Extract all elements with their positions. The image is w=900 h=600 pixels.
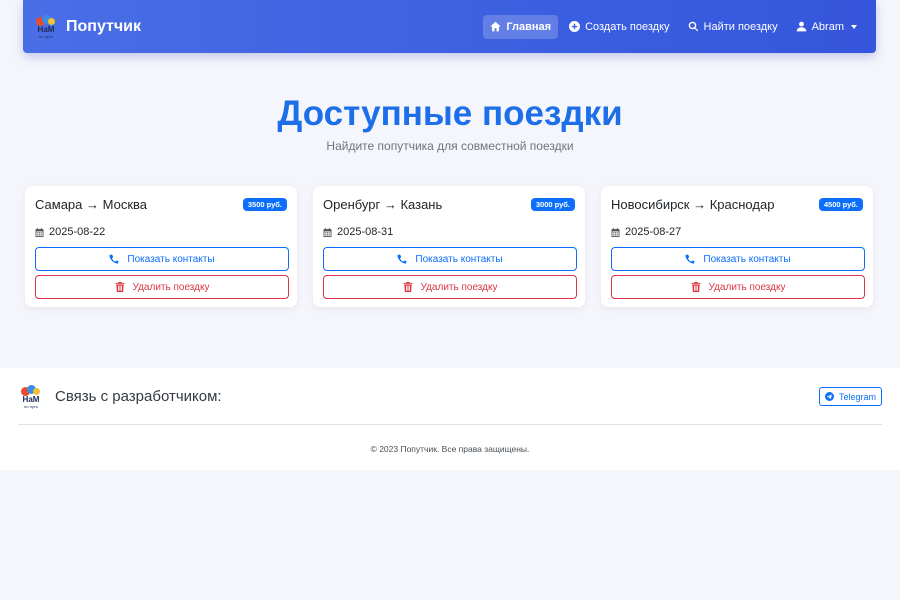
nav-menu: Главная Создать поездку Найти поездку Ab… — [483, 14, 864, 39]
nav-item-find-trip[interactable]: Найти поездку — [681, 15, 785, 39]
nav-item-home[interactable]: Главная — [483, 14, 559, 39]
trip-route: Оренбург → Казань — [323, 196, 443, 212]
trash-icon — [691, 282, 700, 292]
nav-item-create-trip[interactable]: Создать поездку — [562, 15, 676, 39]
logo-text-bottom: по пути — [39, 33, 53, 39]
delete-trip-button[interactable]: Удалить поездку — [323, 275, 577, 299]
phone-icon — [109, 254, 120, 264]
footer-logo-text-bottom: по пути — [24, 403, 38, 409]
trip-card: Новосибирск → Краснодар 4500 руб. 2025-0… — [601, 186, 873, 307]
trash-icon — [115, 282, 124, 292]
delete-trip-label: Удалить поездку — [420, 281, 498, 293]
telegram-button[interactable]: Telegram — [818, 387, 882, 406]
phone-icon — [397, 254, 408, 264]
page-subtitle: Найдите попутчика для совместной поездки — [326, 139, 574, 153]
calendar-icon — [611, 227, 620, 237]
brand[interactable]: НаМ по пути Попутчик — [35, 14, 141, 40]
price-badge: 4500 руб. — [818, 197, 863, 211]
page-title: Доступные поездки — [277, 94, 623, 133]
footer: НаМ по пути Связь с разработчиком: Teleg… — [0, 368, 900, 470]
price-badge: 3000 руб. — [530, 197, 575, 211]
trip-date: 2025-08-22 — [49, 226, 106, 238]
telegram-icon — [824, 392, 834, 401]
user-icon — [796, 21, 806, 32]
trash-icon — [403, 282, 412, 292]
delete-trip-label: Удалить поездку — [708, 281, 786, 293]
copyright: © 2023 Попутчик. Все права защищены. — [370, 444, 530, 454]
trip-route: Новосибирск → Краснодар — [611, 196, 775, 212]
show-contacts-label: Показать контакты — [703, 253, 791, 265]
user-menu-dropdown[interactable]: Abram — [789, 15, 864, 39]
nav-item-create-trip-label: Создать поездку — [585, 20, 670, 33]
trip-card: Оренбург → Казань 3000 руб. 2025-08-31 П… — [313, 186, 585, 307]
show-contacts-label: Показать контакты — [415, 253, 503, 265]
footer-divider — [18, 424, 882, 425]
brand-name[interactable]: Попутчик — [66, 18, 141, 36]
trip-card: Самара → Москва 3500 руб. 2025-08-22 Пок… — [25, 186, 297, 307]
plus-circle-icon — [569, 21, 581, 32]
nav-item-find-trip-label: Найти поездку — [703, 20, 778, 33]
trip-list: Самара → Москва 3500 руб. 2025-08-22 Пок… — [25, 186, 875, 307]
footer-logo: НаМ по пути — [20, 384, 42, 410]
delete-trip-button[interactable]: Удалить поездку — [35, 275, 289, 299]
calendar-icon — [35, 227, 44, 237]
home-icon — [491, 21, 501, 32]
show-contacts-label: Показать контакты — [127, 253, 215, 265]
trip-date: 2025-08-31 — [337, 226, 394, 238]
show-contacts-button[interactable]: Показать контакты — [611, 247, 865, 271]
phone-icon — [685, 254, 696, 264]
user-menu-label: Abram — [811, 20, 844, 33]
show-contacts-button[interactable]: Показать контакты — [35, 247, 289, 271]
delete-trip-button[interactable]: Удалить поездку — [611, 275, 865, 299]
calendar-icon — [323, 227, 332, 237]
app-logo: НаМ по пути — [35, 14, 57, 40]
price-badge: 3500 руб. — [242, 197, 287, 211]
delete-trip-label: Удалить поездку — [132, 281, 210, 293]
navbar: НаМ по пути Попутчик Главная Создать пое… — [23, 0, 876, 53]
show-contacts-button[interactable]: Показать контакты — [323, 247, 577, 271]
nav-item-home-label: Главная — [506, 20, 552, 33]
footer-logo-text-top: НаМ — [22, 394, 40, 404]
developer-contact-label: Связь с разработчиком: — [55, 388, 222, 405]
trip-date: 2025-08-27 — [625, 226, 682, 238]
caret-down-icon — [851, 24, 857, 29]
search-icon — [688, 21, 698, 32]
telegram-label: Telegram — [838, 391, 876, 402]
logo-text-top: НаМ — [37, 24, 55, 34]
trip-route: Самара → Москва — [35, 196, 147, 212]
